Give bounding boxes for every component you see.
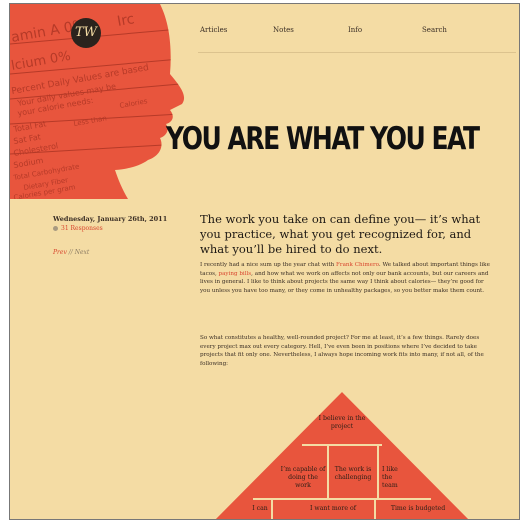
pyramid-cell-believe: I believe in the project [318, 415, 366, 430]
pyramid-cell-team: I like the team [382, 466, 398, 489]
project-pyramid [213, 389, 471, 519]
pyramid-cell-challenging: The work is challenging [334, 466, 372, 481]
pyramid-cell-budgeted: Time is budgeted [390, 505, 446, 512]
pyramid-cell-capable: I’m capable of doing the work [280, 466, 326, 489]
page-frame: amin A 0% Irc lcium 0% Percent Daily Val… [9, 3, 520, 520]
pyramid-cell-want-more: I want more of [309, 505, 357, 512]
pyramid-cell-can: I can [252, 505, 268, 512]
